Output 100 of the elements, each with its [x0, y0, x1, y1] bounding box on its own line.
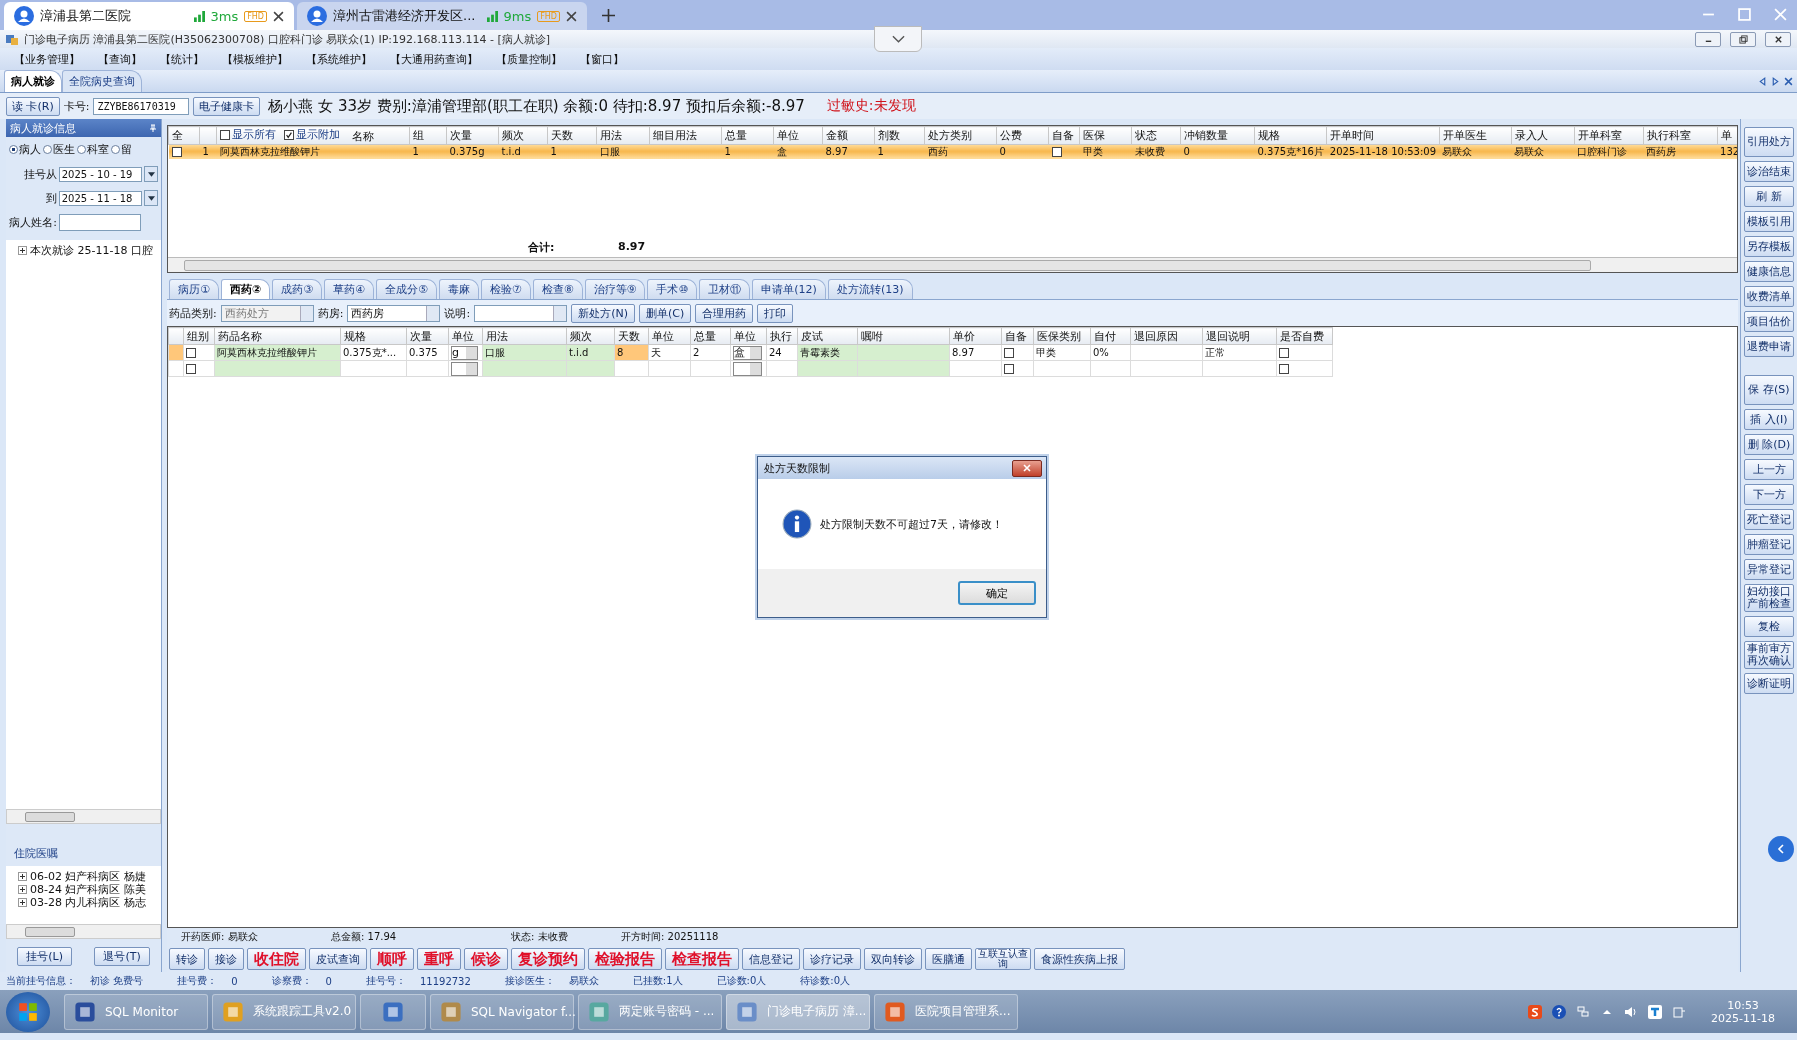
action-button[interactable]: 复诊预约	[511, 948, 585, 970]
arrow-right-icon[interactable]	[1771, 77, 1780, 86]
action-button[interactable]: 检查报告	[665, 948, 739, 970]
side-button[interactable]: 事前审方再次确认	[1744, 641, 1794, 669]
side-button[interactable]: 复检	[1744, 616, 1794, 637]
action-button[interactable]: 顺呼	[370, 948, 414, 970]
app-tray-icon[interactable]	[1648, 1004, 1663, 1019]
side-button[interactable]: 诊断证明	[1744, 673, 1794, 694]
action-button[interactable]: 检验报告	[588, 948, 662, 970]
close-icon[interactable]	[566, 10, 577, 22]
side-button[interactable]: 删 除(D)	[1744, 434, 1794, 455]
show-extra-toggle[interactable]: 显示附加	[284, 127, 340, 142]
tab[interactable]: 病历①	[169, 279, 219, 299]
action-button[interactable]: 候诊	[464, 948, 508, 970]
checkbox[interactable]	[186, 348, 196, 358]
menu-item[interactable]: 【质量控制】	[492, 51, 576, 67]
scrollbar[interactable]	[168, 257, 1737, 272]
side-button[interactable]: 健康信息	[1744, 261, 1794, 282]
action-button[interactable]: 信息登记	[742, 948, 800, 970]
toolbar-button[interactable]: 新处方(N)	[571, 303, 635, 323]
tab[interactable]: 处方流转(13)	[827, 279, 913, 299]
toolbar-button[interactable]: 合理用药	[695, 303, 754, 323]
tab[interactable]: 毒麻	[438, 279, 479, 299]
action-button[interactable]: 皮试查询	[309, 948, 367, 970]
action-button[interactable]: 转诊	[169, 948, 205, 970]
tab[interactable]: 治疗等⑨	[584, 279, 646, 299]
menu-item[interactable]: 【统计】	[156, 51, 218, 67]
action-button[interactable]: 食源性疾病上报	[1034, 948, 1125, 970]
health-card-button[interactable]: 电子健康卡	[193, 96, 261, 116]
checkbox[interactable]	[1004, 348, 1014, 358]
expand-icon[interactable]	[18, 898, 27, 907]
ok-button[interactable]: 确定	[958, 581, 1036, 605]
menu-item[interactable]: 【大通用药查询】	[386, 51, 492, 67]
side-button[interactable]: 插 入(I)	[1744, 409, 1794, 430]
tab[interactable]: 检验⑦	[480, 279, 531, 299]
menu-item[interactable]: 【查询】	[94, 51, 156, 67]
category-select[interactable]: 西药处方	[220, 304, 314, 322]
register-button[interactable]: 退号(T)	[94, 947, 150, 966]
unit-select[interactable]: 盒	[733, 345, 762, 360]
checkbox[interactable]	[1279, 348, 1289, 358]
order-item[interactable]: 06-02 妇产科病区 杨婕	[30, 869, 146, 884]
side-button[interactable]: 刷 新	[1744, 186, 1794, 207]
action-button[interactable]: 收住院	[247, 948, 306, 970]
radio-option[interactable]: 病人	[9, 142, 41, 157]
input-method-icon[interactable]	[1528, 1004, 1543, 1019]
scrollbar[interactable]	[6, 809, 161, 824]
side-button[interactable]: 模板引用	[1744, 211, 1794, 232]
action-button[interactable]: 医膳通	[925, 948, 972, 970]
tab[interactable]: 全成分⑤	[375, 279, 437, 299]
browser-tab[interactable]: 漳州古雷港经济开发区... 9ms FHD	[297, 2, 587, 30]
checkbox[interactable]	[284, 129, 294, 140]
order-item[interactable]: 08-24 妇产科病区 陈美	[30, 882, 146, 897]
unit-select[interactable]: g	[451, 345, 478, 360]
close-button[interactable]	[1012, 459, 1042, 477]
tab[interactable]: 草药④	[324, 279, 374, 299]
side-button[interactable]: 妇幼接口产前检查	[1744, 584, 1794, 612]
dropdown-button[interactable]	[144, 190, 158, 206]
unit-select[interactable]	[733, 361, 762, 376]
checkbox[interactable]	[1279, 364, 1289, 374]
side-button[interactable]: 项目估价	[1744, 311, 1794, 332]
menu-item[interactable]: 【窗口】	[576, 51, 638, 67]
dropdown-button[interactable]	[144, 166, 158, 182]
side-button[interactable]: 上一方	[1744, 459, 1794, 480]
tab[interactable]: 卫材⑪	[699, 279, 751, 299]
expand-icon[interactable]	[18, 246, 27, 255]
unit-select[interactable]	[451, 361, 478, 376]
date-field[interactable]: 2025 - 10 - 19	[58, 166, 143, 182]
radio-option[interactable]: 医生	[43, 142, 75, 157]
toolbar-button[interactable]: 打印	[757, 303, 794, 323]
checkbox[interactable]	[1051, 147, 1062, 157]
dropdown-toggle[interactable]	[874, 26, 922, 52]
collapse-button[interactable]	[1768, 836, 1794, 862]
pharmacy-select[interactable]: 西药房	[347, 304, 441, 322]
side-button[interactable]: 保 存(S)	[1744, 375, 1794, 405]
close-icon[interactable]	[1784, 77, 1793, 86]
browser-tab[interactable]: 漳浦县第二医院 3ms FHD	[4, 2, 294, 30]
pin-icon[interactable]	[149, 124, 157, 132]
name-field[interactable]	[59, 213, 141, 231]
side-button[interactable]: 诊治结束	[1744, 161, 1794, 182]
help-icon[interactable]	[1552, 1004, 1567, 1019]
radio-button[interactable]	[77, 145, 86, 154]
minimize-button[interactable]	[1695, 31, 1721, 47]
side-button[interactable]: 下一方	[1744, 484, 1794, 505]
start-button[interactable]	[6, 991, 50, 1032]
taskbar-item[interactable]	[360, 993, 426, 1030]
action-button[interactable]: 互联互认查询	[975, 948, 1031, 970]
read-card-button[interactable]: 读 卡(R)	[6, 96, 60, 116]
side-button[interactable]: 引用处方	[1744, 127, 1794, 157]
action-button[interactable]: 接诊	[208, 948, 244, 970]
checkbox[interactable]	[186, 364, 196, 374]
speaker-icon[interactable]	[1624, 1004, 1639, 1019]
action-button[interactable]: 双向转诊	[864, 948, 922, 970]
visit-item[interactable]: 本次就诊 25-11-18 口腔	[30, 243, 153, 258]
side-button[interactable]: 肿瘤登记	[1744, 534, 1794, 555]
order-item[interactable]: 03-28 内儿科病区 杨志	[30, 895, 146, 910]
side-button[interactable]: 收费清单	[1744, 286, 1794, 307]
action-button[interactable]: 诊疗记录	[803, 948, 861, 970]
scrollbar[interactable]	[6, 924, 161, 939]
radio-button[interactable]	[9, 145, 18, 154]
network-icon[interactable]	[1576, 1004, 1591, 1019]
